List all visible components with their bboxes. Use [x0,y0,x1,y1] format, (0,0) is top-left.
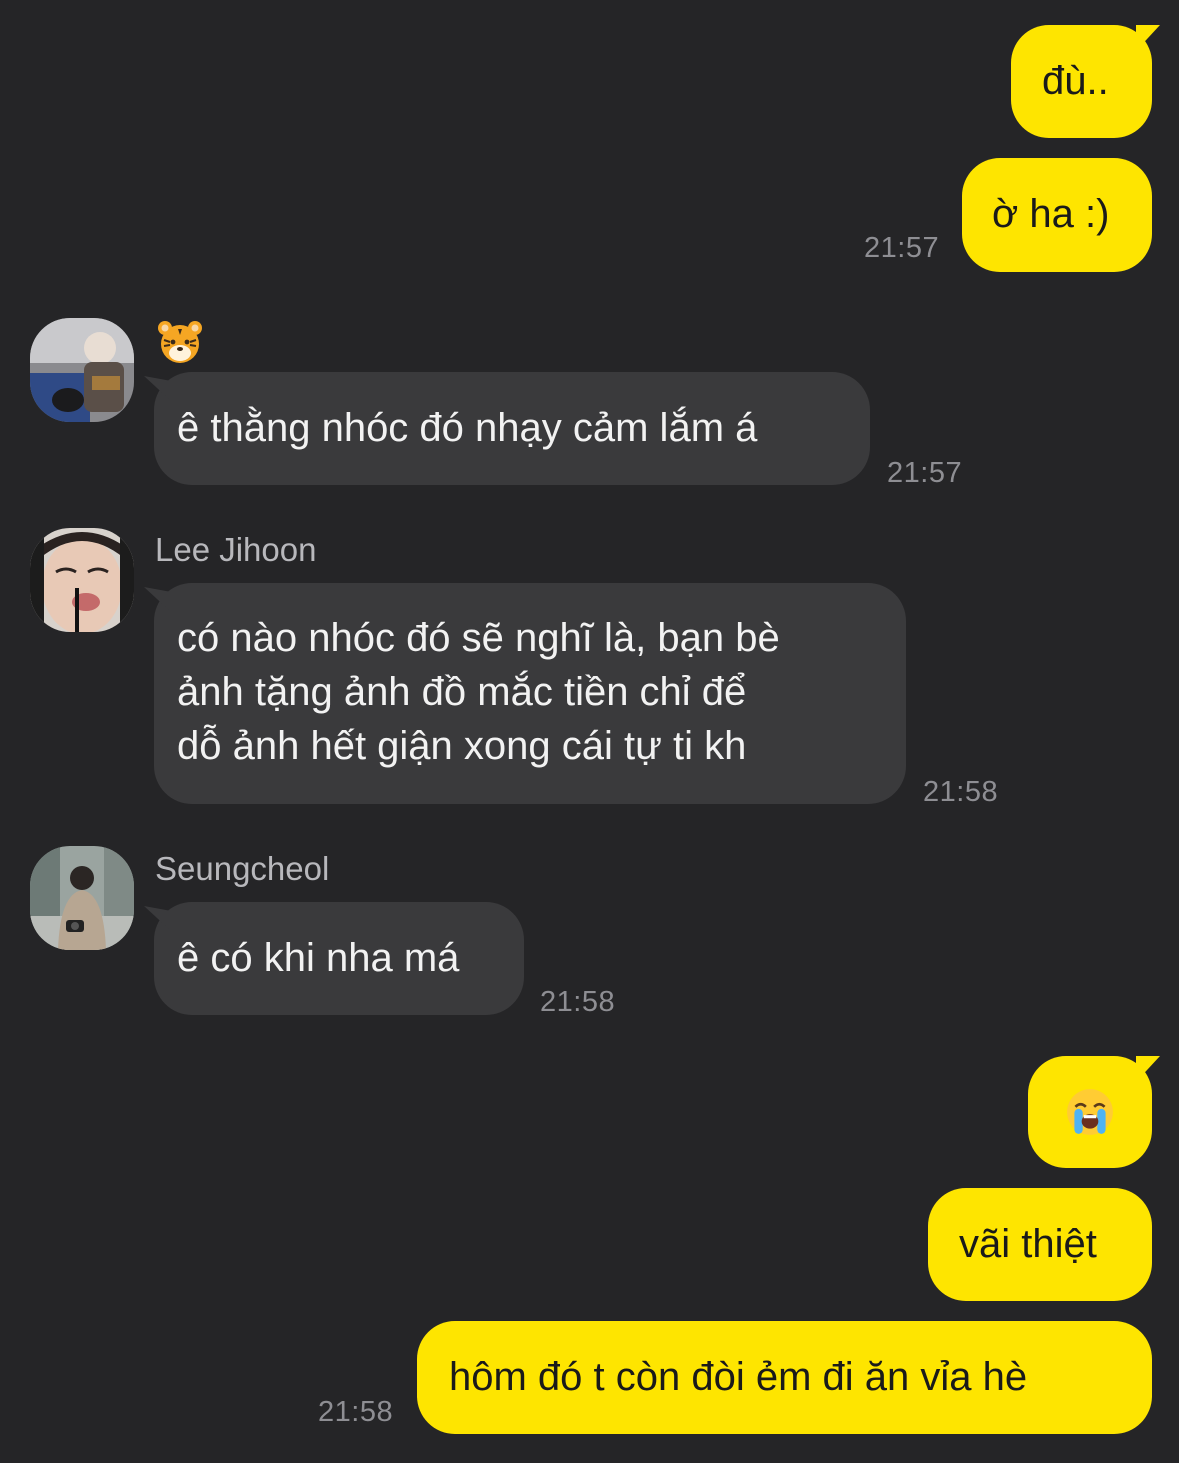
avatar-photo [30,528,134,632]
sender-name: Seungcheol [155,850,330,887]
message-text-line: ảnh tặng ảnh đồ mắc tiền chỉ để [177,670,747,714]
outgoing-message-bubble[interactable]: ờ ha :) [962,158,1152,272]
incoming-message-bubble[interactable]: ê thằng nhóc đó nhạy cảm lắm á [144,372,870,485]
bubble-tail [144,376,170,400]
loudly-crying-face-emoji-icon [1067,1089,1113,1135]
avatar[interactable] [30,528,134,632]
message-text: ê thằng nhóc đó nhạy cảm lắm á [177,406,758,450]
avatar[interactable] [30,846,134,950]
outgoing-message-bubble[interactable]: hôm đó t còn đòi ẻm đi ăn vỉa hè [417,1321,1152,1434]
message-text: ê có khi nha má [177,936,460,980]
bubble-tail [1136,25,1160,51]
message-text-line: có nào nhóc đó sẽ nghĩ là, bạn bè [177,616,780,660]
incoming-message-bubble[interactable]: ê có khi nha má [144,902,524,1015]
avatar-photo [30,318,134,422]
message-timestamp: 21:58 [540,986,616,1018]
message-timestamp: 21:57 [864,232,940,264]
avatar-photo [30,846,134,950]
message-timestamp: 21:58 [318,1396,394,1428]
outgoing-message-bubble[interactable]: đù.. [1011,25,1160,138]
chat-screen: đù.. ờ ha :) 21:57 🐯 ê thằng nhóc đó [0,0,1179,1463]
message-text: hôm đó t còn đòi ẻm đi ăn vỉa hè [449,1355,1028,1399]
outgoing-message-bubble[interactable]: 😭 [1028,1056,1160,1168]
sender-name: Lee Jihoon [155,531,317,568]
message-text-line: dỗ ảnh hết giận xong cái tự ti kh [177,724,747,768]
message-text: vãi thiệt [959,1222,1097,1266]
message-timestamp: 21:58 [923,776,999,808]
bubble-tail [1136,1056,1160,1082]
message-text: ờ ha :) [992,192,1110,236]
avatar[interactable] [30,318,134,422]
bubble-tail [144,906,170,930]
outgoing-message-bubble[interactable]: vãi thiệt [928,1188,1152,1301]
message-timestamp: 21:57 [887,457,963,489]
tiger-face-emoji [158,321,202,363]
incoming-message-bubble[interactable]: có nào nhóc đó sẽ nghĩ là, bạn bè ảnh tặ… [144,583,906,804]
message-text: đù.. [1042,59,1109,103]
bubble-tail [144,587,170,611]
